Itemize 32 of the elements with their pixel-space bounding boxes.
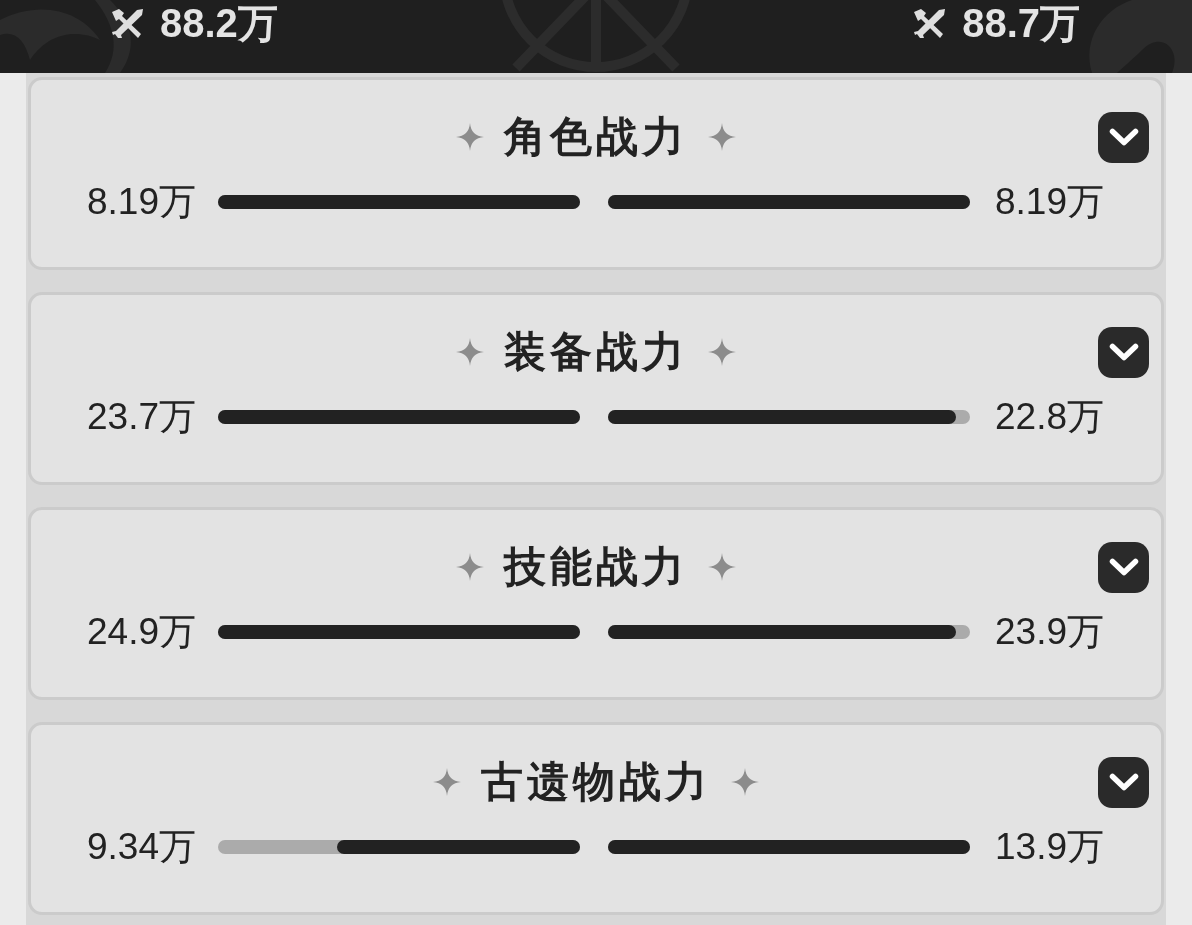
sparkle-icon [708,123,736,151]
left-value: 9.34万 [86,827,196,867]
left-value: 23.7万 [86,397,196,437]
section-title: 古遗物战力 [481,757,711,807]
sparkle-icon [708,338,736,366]
power-score: 88.7万 [962,1,1080,45]
crossed-tools-icon [111,7,144,39]
chevron-icon [1108,343,1139,361]
sparkle-icon [433,768,461,796]
sparkle-icon [731,768,759,796]
sparkle-icon [456,553,484,581]
expand-button[interactable] [1098,541,1149,593]
expand-button[interactable] [1098,326,1149,378]
sparkle-icon [456,338,484,366]
sparkle-icon [708,553,736,581]
section-title: 角色战力 [504,112,688,162]
right-value: 13.9万 [995,827,1104,867]
chevron-icon [1108,128,1139,146]
chevron-icon [1108,558,1139,576]
power-score: 88.2万 [160,1,278,45]
section-title: 装备战力 [504,327,688,377]
right-value: 8.19万 [995,182,1104,222]
chevron-icon [1108,773,1139,791]
right-value: 22.8万 [995,397,1104,437]
left-value: 24.9万 [86,612,196,652]
expand-button[interactable] [1098,756,1149,808]
left-value: 8.19万 [86,182,196,222]
crossed-tools-icon [913,7,947,39]
expand-button[interactable] [1098,111,1149,163]
section-title: 技能战力 [504,542,688,592]
right-value: 23.9万 [995,612,1104,652]
sparkle-icon [456,123,484,151]
